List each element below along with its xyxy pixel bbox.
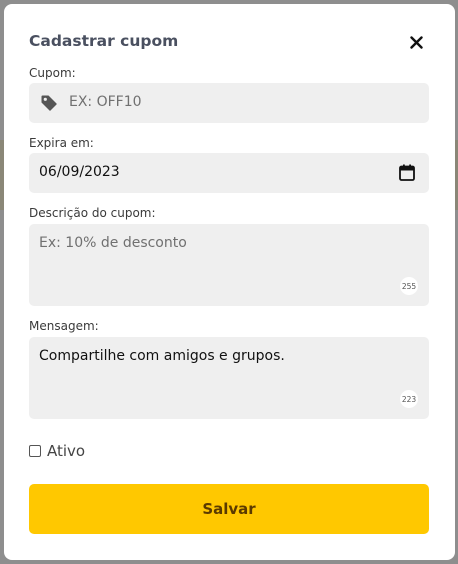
modal-title: Cadastrar cupom: [29, 32, 179, 50]
description-placeholder: Ex: 10% de desconto: [39, 235, 187, 251]
tag-icon: [41, 95, 57, 111]
close-icon: [409, 35, 423, 49]
coupon-input[interactable]: EX: OFF10: [29, 83, 429, 123]
description-label: Descrição do cupom:: [29, 206, 156, 220]
message-textarea[interactable]: Compartilhe com amigos e grupos. 223: [29, 337, 429, 419]
description-textarea[interactable]: Ex: 10% de desconto 255: [29, 224, 429, 306]
active-label: Ativo: [47, 442, 86, 460]
expires-label: Expira em:: [29, 136, 94, 150]
close-button[interactable]: [406, 32, 426, 52]
active-checkbox[interactable]: [29, 445, 41, 457]
message-value: Compartilhe com amigos e grupos.: [39, 348, 285, 364]
description-char-counter: 255: [400, 277, 418, 295]
message-char-counter: 223: [400, 390, 418, 408]
coupon-modal: Cadastrar cupom Cupom: EX: OFF10 Expira …: [4, 4, 455, 560]
coupon-label: Cupom:: [29, 66, 76, 80]
save-button[interactable]: Salvar: [29, 484, 429, 534]
coupon-placeholder: EX: OFF10: [69, 94, 142, 110]
expires-value: 06/09/2023: [39, 164, 120, 180]
expires-date-input[interactable]: 06/09/2023: [29, 153, 429, 193]
message-label: Mensagem:: [29, 319, 99, 333]
calendar-icon[interactable]: [399, 164, 415, 181]
active-checkbox-row[interactable]: Ativo: [29, 441, 85, 461]
